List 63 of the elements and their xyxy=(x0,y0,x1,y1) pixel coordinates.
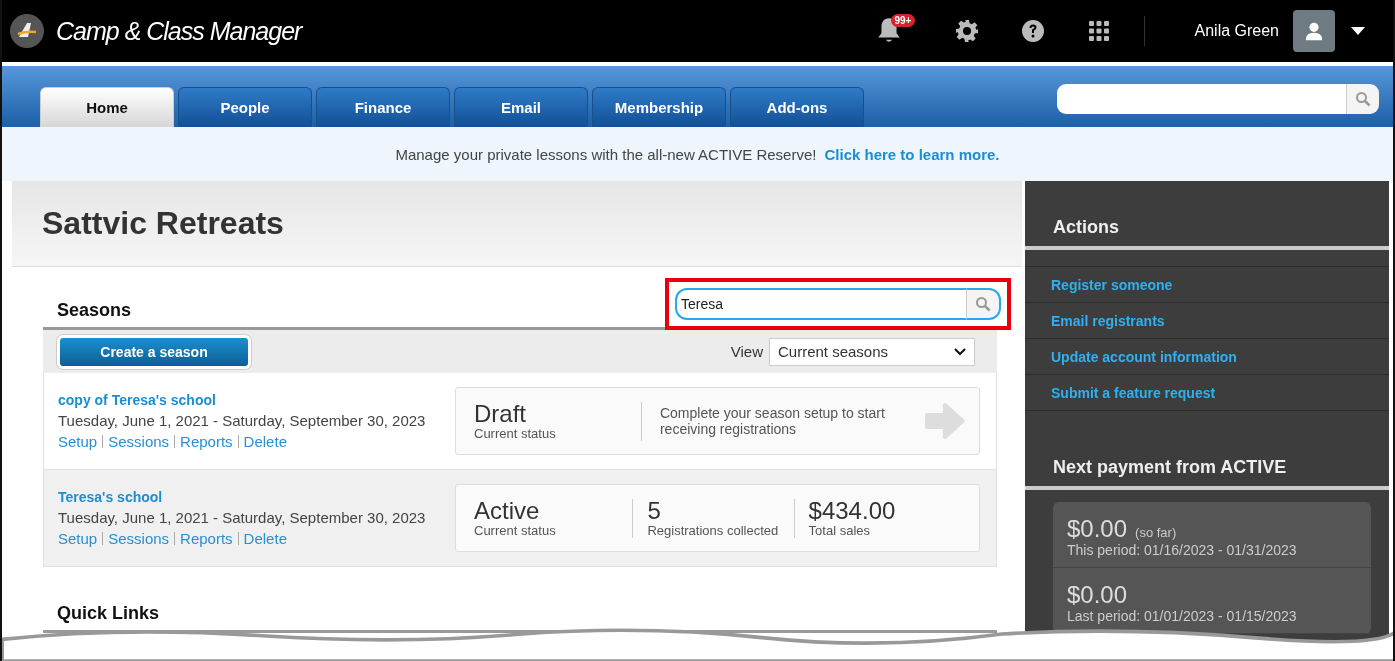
payment-note: (so far) xyxy=(1135,525,1177,540)
season-dates: Tuesday, June 1, 2021 - Saturday, September 30, 2023 xyxy=(58,412,426,429)
action-link[interactable]: Email registrants xyxy=(1025,303,1389,339)
payment-amount: $0.00 xyxy=(1067,516,1128,543)
total-sales-label: Total sales xyxy=(808,522,871,538)
search-icon xyxy=(975,296,991,312)
status-value: Active xyxy=(474,498,541,523)
season-action-link[interactable]: Setup xyxy=(58,530,98,547)
user-name[interactable]: Anila Green xyxy=(1194,22,1279,40)
nav-tab[interactable]: Membership xyxy=(592,87,726,127)
avatar[interactable] xyxy=(1293,10,1335,52)
season-action-link[interactable]: Delete xyxy=(243,433,287,450)
view-select[interactable]: Current seasons xyxy=(769,337,975,366)
help-icon[interactable] xyxy=(1020,19,1045,43)
registrations-label: Registrations collected xyxy=(647,522,780,538)
setup-message: Complete your season setup to start receiving registrations xyxy=(658,405,886,437)
season-action-link[interactable]: Sessions xyxy=(108,433,170,450)
season-action-link[interactable]: Sessions xyxy=(108,530,170,547)
action-link[interactable]: Register someone xyxy=(1025,267,1389,303)
person-icon xyxy=(1303,20,1325,42)
caret-icon[interactable] xyxy=(1351,27,1365,35)
learn-more-link[interactable]: Click here to learn more. xyxy=(824,145,1000,163)
status-label: Current status xyxy=(474,425,557,441)
nav-tab[interactable]: Home xyxy=(40,87,174,127)
create-season-button[interactable]: Create a season xyxy=(57,334,251,369)
apps-grid-icon[interactable] xyxy=(1086,19,1111,43)
section-heading: Quick Links xyxy=(56,603,160,625)
settings-icon[interactable] xyxy=(954,19,979,43)
nav-tab[interactable]: Email xyxy=(454,87,588,127)
season-name-link[interactable]: copy of Teresa's school xyxy=(58,392,426,408)
payment-period: Last period: 01/01/2023 - 01/15/2023 xyxy=(1067,608,1298,625)
chevron-down-icon xyxy=(954,347,966,356)
search-field[interactable] xyxy=(1057,83,1346,114)
payment-period: This period: 01/16/2023 - 01/31/2023 xyxy=(1067,542,1298,559)
search-button[interactable] xyxy=(966,288,1001,320)
nav-tab[interactable]: Add-ons xyxy=(730,87,864,127)
page-title: Sattvic Retreats xyxy=(42,205,284,242)
banner-text: Manage your private lessons with the all-new ACTIVE Reserve! xyxy=(395,145,817,163)
nav-tab[interactable]: People xyxy=(178,87,312,127)
search-icon xyxy=(1355,90,1371,107)
nav-tab[interactable]: Finance xyxy=(316,87,450,127)
app-title: Camp & Class Manager xyxy=(56,16,302,46)
status-value: Draft xyxy=(474,401,527,426)
action-link[interactable]: Submit a feature request xyxy=(1025,375,1389,411)
season-name-link[interactable]: Teresa's school xyxy=(58,489,426,505)
registrations-count: 5 xyxy=(647,498,662,523)
season-action-link[interactable]: Reports xyxy=(180,530,233,547)
view-label: View xyxy=(730,343,763,360)
season-dates: Tuesday, June 1, 2021 - Saturday, September 30, 2023 xyxy=(58,509,426,526)
payment-amount: $0.00 xyxy=(1067,582,1128,609)
panel-heading: Next payment from ACTIVE xyxy=(1025,411,1389,490)
panel-heading: Actions xyxy=(1025,181,1389,250)
search-button[interactable] xyxy=(1346,83,1379,114)
season-action-link[interactable]: Delete xyxy=(243,530,287,547)
total-sales: $434.00 xyxy=(808,498,897,523)
notification-count: 99+ xyxy=(890,14,916,27)
action-link[interactable]: Update account information xyxy=(1025,339,1389,375)
season-action-link[interactable]: Setup xyxy=(58,433,98,450)
season-action-link[interactable]: Reports xyxy=(180,433,233,450)
season-search-field[interactable]: Teresa xyxy=(675,288,966,320)
status-label: Current status xyxy=(474,522,557,538)
logo-icon xyxy=(10,14,44,48)
section-heading: Seasons xyxy=(56,300,132,322)
